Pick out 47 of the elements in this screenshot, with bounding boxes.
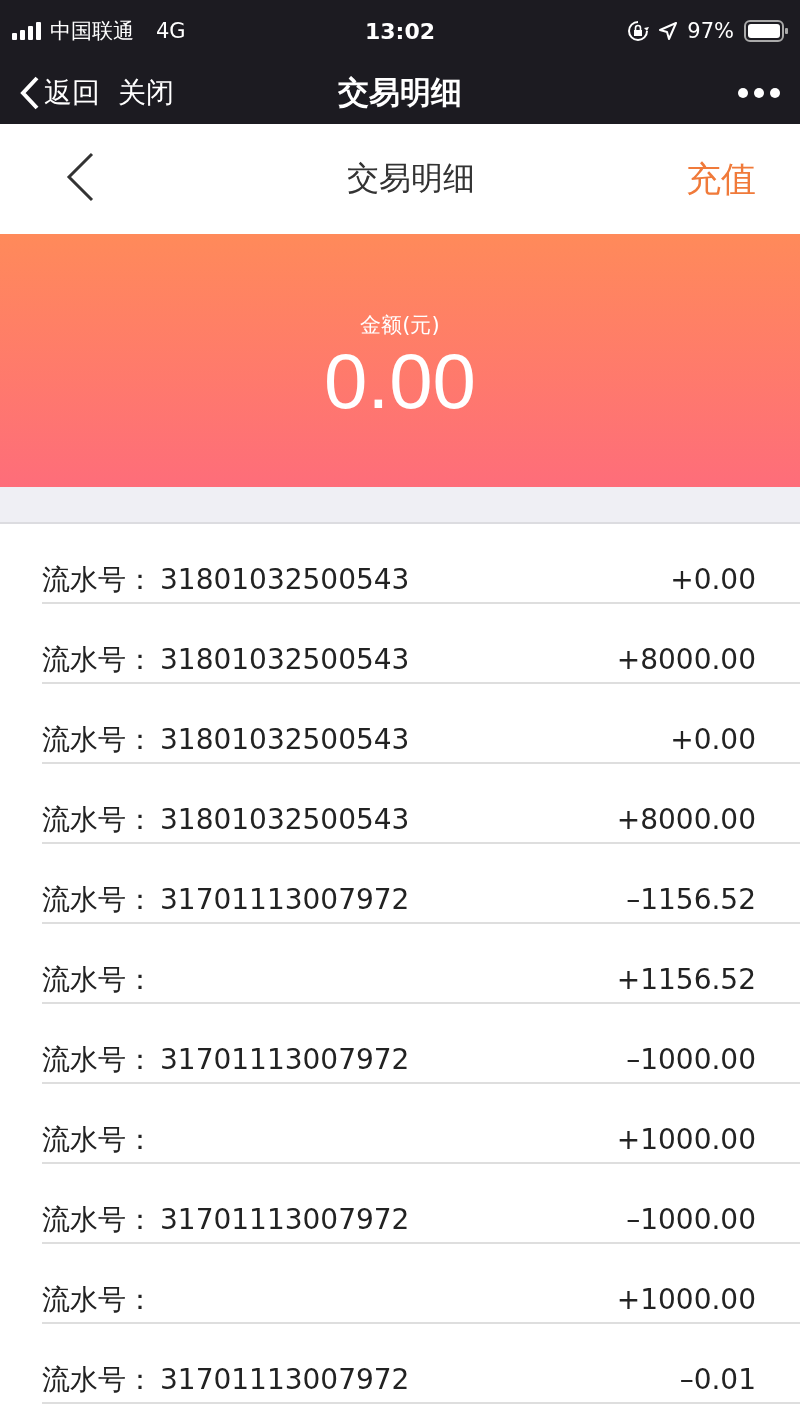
serial-number: 31801032500543 [160,644,410,676]
transaction-amount: +1000.00 [616,1124,756,1156]
close-link[interactable]: 关闭 [118,74,174,112]
balance-label: 金额(元) [360,311,440,339]
location-arrow-icon [659,22,678,40]
serial-label: 流水号： [42,644,154,676]
rotation-lock-icon [627,20,650,42]
network-type: 4G [156,19,186,43]
transaction-amount: +0.00 [670,724,756,756]
serial-label: 流水号： [42,1364,154,1396]
transaction-amount: +1000.00 [616,1284,756,1316]
battery-percent: 97% [687,19,734,43]
serial-number: 31801032500543 [160,804,410,836]
back-icon [20,76,40,110]
page-title: 交易明细 [347,158,475,199]
serial-label: 流水号： [42,564,154,596]
serial-label: 流水号： [42,1124,154,1156]
serial-label: 流水号： [42,884,154,916]
serial-number: 31801032500543 [160,564,410,596]
more-icon[interactable] [738,88,780,98]
signal-icon [12,22,44,40]
serial-number: 31701113007972 [160,1204,410,1236]
transaction-amount: +8000.00 [616,804,756,836]
transaction-amount: +0.00 [670,564,756,596]
serial-number: 31801032500543 [160,724,410,756]
transaction-amount: –1000.00 [626,1204,756,1236]
serial-label: 流水号： [42,724,154,756]
serial-number: 31701113007972 [160,884,410,916]
transaction-amount: –1000.00 [626,1044,756,1076]
clock: 13:02 [365,18,435,44]
serial-label: 流水号： [42,1284,154,1316]
balance-amount: 0.00 [324,338,476,425]
serial-number: 31701113007972 [160,1364,410,1396]
battery-icon [744,20,788,42]
carrier-name: 中国联通 [50,18,134,45]
window-title: 交易明细 [338,73,462,112]
serial-label: 流水号： [42,804,154,836]
serial-label: 流水号： [42,1204,154,1236]
serial-label: 流水号： [42,964,154,996]
transaction-amount: +1156.52 [616,964,756,996]
transaction-amount: +8000.00 [616,644,756,676]
back-icon[interactable] [66,152,94,202]
transaction-amount: –1156.52 [626,884,756,916]
transaction-amount: –0.01 [679,1364,756,1396]
serial-number: 31701113007972 [160,1044,410,1076]
serial-label: 流水号： [42,1044,154,1076]
back-link[interactable]: 返回 [20,74,100,112]
